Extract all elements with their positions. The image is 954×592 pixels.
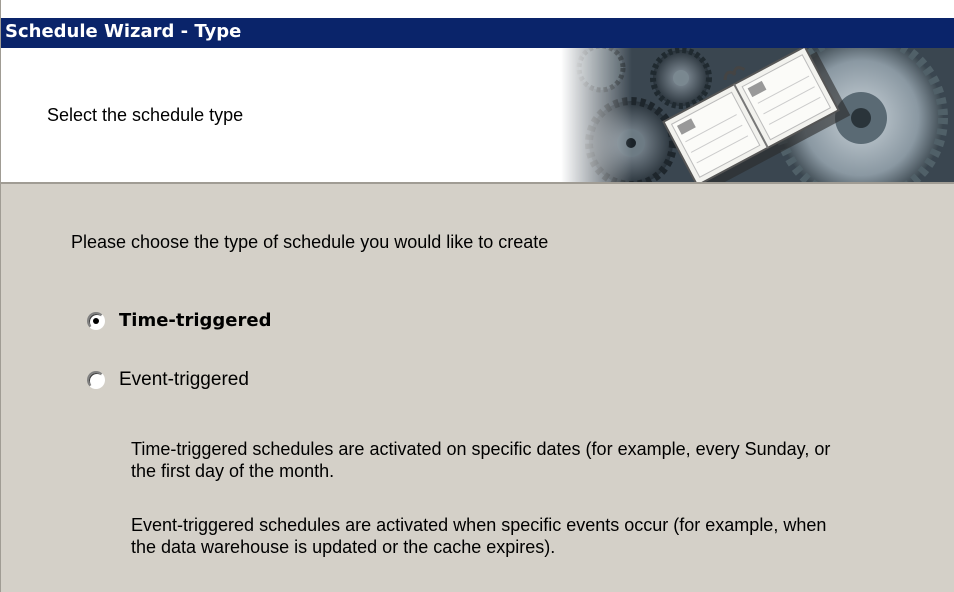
event-triggered-option[interactable]: Event-triggered xyxy=(87,369,249,391)
time-triggered-label[interactable]: Time-triggered xyxy=(119,310,271,331)
wizard-subtitle: Select the schedule type xyxy=(47,105,244,125)
event-triggered-description: Event-triggered schedules are activated … xyxy=(131,515,827,557)
event-triggered-label[interactable]: Event-triggered xyxy=(119,369,249,391)
schedule-wizard-window: Schedule Wizard - Type Select the schedu… xyxy=(0,0,954,592)
wizard-body: Please choose the type of schedule you w… xyxy=(1,184,954,592)
time-triggered-option[interactable]: Time-triggered xyxy=(87,310,271,331)
title-bar-strip: Schedule Wizard - Type xyxy=(1,18,954,48)
wizard-header: Select the schedule type xyxy=(1,48,954,182)
schedule-type-prompt: Please choose the type of schedule you w… xyxy=(71,232,549,252)
radio-selected-dot xyxy=(93,317,99,324)
time-triggered-description: Time-triggered schedules are activated o… xyxy=(131,439,831,481)
window-title: Schedule Wizard - Type xyxy=(5,21,242,42)
event-triggered-radio[interactable] xyxy=(87,371,105,389)
calendar-gears-banner-icon xyxy=(561,48,954,182)
time-triggered-radio[interactable] xyxy=(87,311,105,330)
title-bar: Schedule Wizard - Type xyxy=(1,0,954,48)
